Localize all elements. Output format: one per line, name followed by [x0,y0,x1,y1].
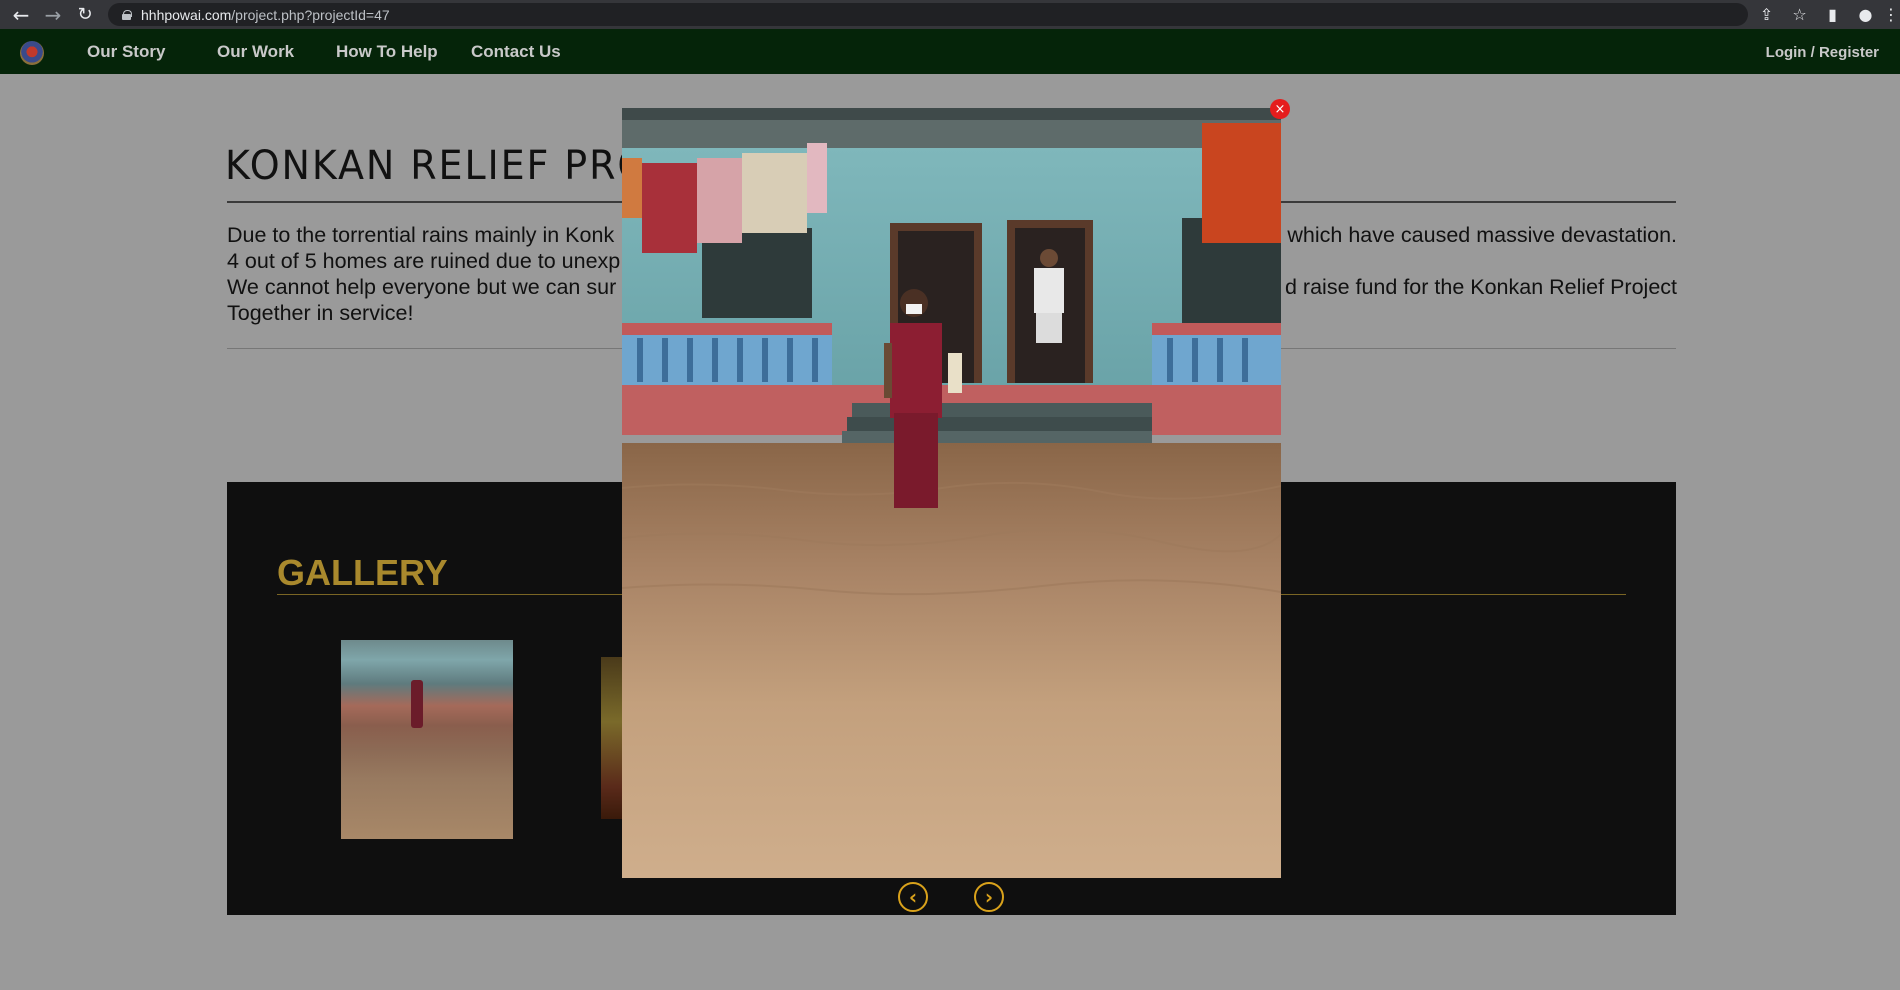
chevron-left-icon: ‹ [908,885,918,909]
nav-our-work[interactable]: Our Work [217,42,294,62]
profile-icon[interactable]: ● [1849,0,1882,29]
star-icon[interactable]: ☆ [1783,0,1816,29]
lightbox-close-button[interactable]: × [1270,99,1290,119]
lightbox-image [622,108,1281,878]
lock-icon [122,9,132,20]
browser-toolbar: ← → ↻ hhhpowai.com/project.php?projectId… [0,0,1900,29]
site-logo[interactable] [20,41,44,65]
kebab-menu-icon[interactable]: ⋮ [1882,0,1900,29]
chevron-right-icon: › [984,885,994,909]
share-icon[interactable]: ⇪ [1750,0,1783,29]
site-navbar: Our Story Our Work How To Help Contact U… [0,29,1900,74]
side-panel-icon[interactable]: ▮ [1816,0,1849,29]
address-bar[interactable]: hhhpowai.com/project.php?projectId=47 [108,3,1748,26]
back-icon[interactable]: ← [6,0,36,29]
flood-photo [622,108,1281,878]
nav-how-to-help[interactable]: How To Help [336,42,438,62]
forward-icon[interactable]: → [38,0,68,29]
login-register-link[interactable]: Login / Register [1766,44,1879,61]
nav-contact-us[interactable]: Contact Us [471,42,561,62]
url-text: hhhpowai.com/project.php?projectId=47 [141,6,390,23]
nav-our-story[interactable]: Our Story [87,42,165,62]
reload-icon[interactable]: ↻ [70,0,100,29]
lightbox-next-button[interactable]: › [974,882,1004,912]
lightbox-prev-button[interactable]: ‹ [898,882,928,912]
